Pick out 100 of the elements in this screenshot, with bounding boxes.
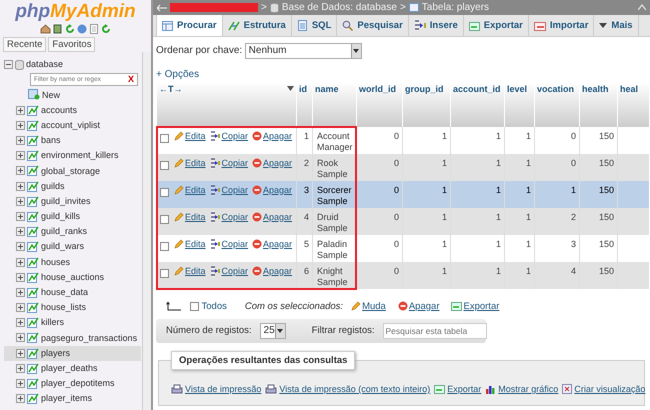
row-action-link[interactable]: Copiar — [210, 158, 248, 168]
bulk-action-link[interactable]: Muda — [351, 300, 386, 312]
database-name[interactable]: database — [26, 59, 64, 70]
expand-icon[interactable] — [16, 227, 25, 236]
expand-icon[interactable] — [16, 120, 25, 130]
sort-dropdown[interactable]: Nenhum — [244, 42, 362, 58]
table-row[interactable]: Edita Copiar Apagar 3 Sorcerer Sample 0 1 1 1 1 150 — [156, 180, 648, 208]
operation-link[interactable]: Criar visualização — [562, 384, 646, 395]
row-action-link[interactable]: Apagar — [252, 130, 292, 142]
sidebar-table-item[interactable]: player_depotitems — [4, 376, 141, 392]
sidebar-table-item[interactable]: guild_ranks — [4, 224, 141, 240]
row-action-link[interactable]: Edita — [174, 130, 206, 142]
expand-icon[interactable] — [16, 242, 25, 252]
expand-icon[interactable] — [16, 151, 25, 160]
row-checkbox[interactable] — [160, 269, 169, 278]
row-checkbox[interactable] — [160, 188, 169, 198]
tab[interactable]: Mais — [594, 15, 639, 36]
tab[interactable]: Pesquisar — [337, 15, 409, 36]
sidebar-table-item[interactable]: guild_kills — [4, 208, 141, 224]
sidebar-table-item[interactable]: account_viplist — [4, 118, 141, 133]
tab[interactable]: Insere — [408, 15, 464, 36]
tab[interactable]: Exportar — [464, 15, 529, 36]
filter-rows-field[interactable]: Pesquisar esta tabela — [382, 322, 486, 339]
expand-icon[interactable] — [16, 212, 25, 221]
collapse-icon[interactable] — [4, 60, 13, 70]
sidebar-tab[interactable]: Favoritos — [48, 37, 96, 52]
sidebar-table-item[interactable]: environment_killers — [4, 148, 141, 164]
sidebar-table-item[interactable]: bans — [4, 132, 141, 148]
expand-icon[interactable] — [16, 106, 25, 115]
select-all-checkbox[interactable] — [190, 302, 199, 311]
operation-link[interactable]: Vista de impressão (com texto inteiro) — [265, 384, 430, 395]
sidebar-tab[interactable]: Recente — [3, 37, 46, 52]
reload-icon[interactable] — [101, 24, 111, 34]
tab[interactable]: Estrutura — [222, 15, 292, 36]
sidebar-table-item[interactable]: killers — [4, 315, 141, 330]
expand-icon[interactable] — [16, 303, 25, 312]
sidebar-table-item[interactable]: house_data — [4, 284, 141, 300]
sidebar-table-item[interactable]: guild_wars — [4, 239, 141, 254]
back-arrow-icon[interactable] — [157, 4, 167, 12]
home-icon[interactable] — [40, 24, 51, 34]
rows-count-dropdown[interactable]: 25 — [260, 322, 286, 339]
expand-icon[interactable] — [16, 182, 25, 191]
row-action-link[interactable]: Edita — [174, 184, 206, 196]
row-action-link[interactable]: Copiar — [210, 266, 248, 276]
expand-icon[interactable] — [16, 258, 25, 267]
expand-icon[interactable] — [16, 318, 25, 328]
row-checkbox[interactable] — [160, 215, 169, 224]
row-action-link[interactable]: Apagar — [252, 266, 292, 276]
tab[interactable]: Procurar — [156, 15, 223, 36]
expand-icon[interactable] — [16, 394, 25, 404]
options-link[interactable]: + Opções — [156, 68, 650, 80]
table-row[interactable]: Edita Copiar Apagar 5 Paladin Sample 0 1 1 1 3 150 — [156, 234, 648, 262]
bulk-action-link[interactable]: Exportar — [451, 300, 500, 312]
select-all-link[interactable]: Todos — [202, 300, 227, 312]
row-action-link[interactable]: Edita — [174, 212, 206, 222]
expand-icon[interactable] — [16, 196, 25, 206]
sidebar-table-item[interactable]: houses — [4, 254, 141, 270]
sidebar-table-item[interactable]: house_lists — [4, 300, 141, 316]
column-arrows[interactable]: ←T→ — [159, 84, 182, 94]
expand-icon[interactable] — [16, 136, 25, 146]
row-action-link[interactable]: Copiar — [210, 184, 248, 196]
document-icon[interactable] — [89, 24, 99, 34]
sidebar-table-item[interactable]: guild_invites — [4, 194, 141, 209]
row-action-link[interactable]: Apagar — [252, 158, 292, 168]
operation-link[interactable]: Exportar — [434, 384, 482, 395]
row-checkbox[interactable] — [160, 134, 169, 144]
expand-icon[interactable] — [16, 348, 25, 358]
sidebar-table-item[interactable]: guilds — [4, 178, 141, 194]
row-action-link[interactable]: Copiar — [210, 212, 248, 222]
row-action-link[interactable]: Edita — [174, 266, 206, 276]
expand-icon[interactable] — [16, 364, 25, 373]
operation-link[interactable]: Vista de impressão — [171, 384, 262, 395]
new-table-link[interactable]: New — [42, 90, 60, 100]
row-checkbox[interactable] — [160, 242, 169, 252]
table-row[interactable]: Edita Copiar Apagar 6 Knight Sample 0 1 1 1 4 150 — [156, 262, 648, 288]
table-row[interactable]: Edita Copiar Apagar 4 Druid Sample 0 1 1 1 2 150 — [156, 208, 648, 234]
expand-icon[interactable] — [16, 288, 25, 297]
sidebar-table-item[interactable]: pagseguro_transactions — [4, 330, 141, 346]
tab[interactable]: Importar — [528, 15, 594, 36]
sidebar-table-item[interactable]: player_items — [4, 391, 141, 406]
expand-icon[interactable] — [16, 379, 25, 388]
phpmyadmin-logo[interactable]: phpMyAdmin — [0, 1, 151, 23]
row-action-link[interactable]: Copiar — [210, 130, 248, 142]
sidebar-table-item[interactable]: accounts — [4, 102, 141, 118]
row-action-link[interactable]: Apagar — [252, 238, 292, 250]
sidebar-table-item[interactable]: player_deaths — [4, 360, 141, 376]
row-checkbox[interactable] — [160, 161, 169, 170]
row-action-link[interactable]: Edita — [174, 238, 206, 250]
sidebar-table-item[interactable]: players — [4, 346, 141, 361]
row-action-link[interactable]: Copiar — [210, 238, 248, 250]
table-row[interactable]: Edita Copiar Apagar 2 Rook Sample 0 1 1 1 0 150 — [156, 154, 648, 180]
caret-icon[interactable] — [287, 86, 294, 92]
row-action-link[interactable]: Edita — [174, 158, 206, 168]
expand-icon[interactable] — [16, 272, 25, 282]
tab[interactable]: SQL — [292, 15, 338, 36]
row-action-link[interactable]: Apagar — [252, 184, 292, 196]
reload-icon[interactable] — [65, 24, 75, 34]
expand-icon[interactable] — [16, 333, 25, 342]
operation-link[interactable]: Mostrar gráfico — [485, 384, 558, 395]
expand-icon[interactable] — [16, 166, 25, 176]
